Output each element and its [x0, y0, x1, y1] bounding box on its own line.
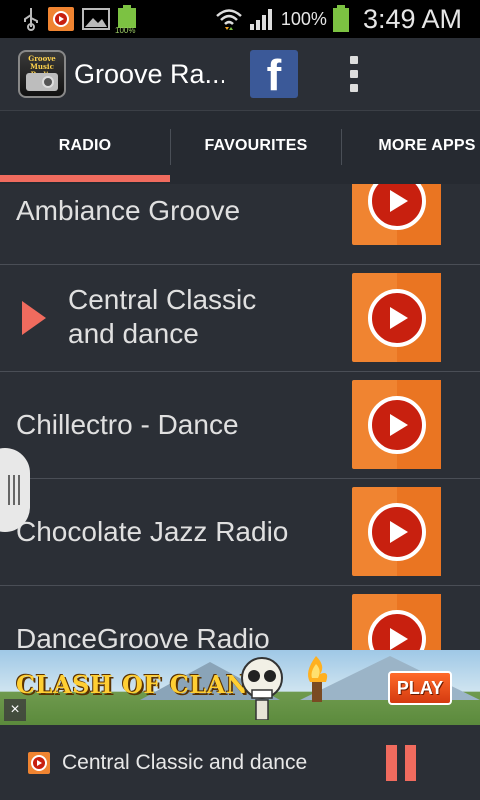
overflow-menu-button[interactable]: [344, 50, 364, 98]
now-playing-title: Central Classic and dance: [62, 750, 308, 774]
station-name: Chillectro - Dance: [16, 409, 239, 440]
now-playing-arrow-icon: [22, 301, 46, 335]
now-playing-bar: Central Classic and dance: [0, 725, 480, 800]
overflow-dot: [350, 56, 358, 64]
tab-label: FAVOURITES: [204, 137, 308, 154]
play-triangle: [390, 520, 408, 543]
play-icon: [367, 288, 426, 347]
skeleton-icon: [241, 657, 283, 720]
grip-line: [18, 475, 20, 505]
usb-icon: [24, 8, 38, 31]
radio-play-icon: [28, 751, 50, 774]
tab-label: RADIO: [58, 137, 112, 154]
media-play-icon: [48, 7, 74, 31]
grip-line: [8, 475, 10, 505]
signal-icon: [249, 9, 272, 30]
image-icon: [82, 8, 110, 30]
torch-icon: [308, 656, 328, 702]
play-button[interactable]: [352, 273, 441, 362]
station-name-line2: and dance: [68, 318, 199, 349]
app-logo[interactable]: Groove Music Radio: [18, 50, 66, 98]
facebook-icon: f: [266, 51, 282, 100]
battery-percent: 100%: [280, 8, 327, 29]
station-row[interactable]: Central Classic and dance: [0, 265, 480, 372]
play-triangle: [390, 627, 408, 650]
side-drawer-handle[interactable]: [0, 448, 30, 532]
tab-radio[interactable]: RADIO: [0, 111, 170, 181]
tab-label: MORE APPS: [378, 137, 476, 154]
station-row[interactable]: DanceGroove Radio: [0, 586, 480, 650]
station-name: DanceGroove Radio: [16, 623, 270, 650]
play-button[interactable]: [352, 487, 441, 576]
battery-small-label: 100%: [115, 26, 136, 35]
station-name-line1: Central Classic: [68, 284, 257, 315]
play-button[interactable]: [352, 184, 441, 245]
battery-icon: [332, 5, 349, 33]
mini-play-circle: [31, 754, 47, 771]
overflow-dot: [350, 70, 358, 78]
ad-logo: CLASH OF CLANS: [16, 670, 267, 699]
pause-button[interactable]: [386, 745, 416, 781]
play-icon: [367, 395, 426, 454]
play-button[interactable]: [352, 380, 441, 469]
action-bar: Groove Music Radio Groove Ra... f: [0, 38, 480, 110]
pause-bar: [405, 745, 416, 781]
pause-bar: [386, 745, 397, 781]
station-list[interactable]: Ambiance Groove Central Classic and danc…: [0, 184, 480, 650]
tab-more-apps[interactable]: MORE APPS: [342, 111, 480, 181]
app-title: Groove Ra...: [74, 58, 224, 89]
tab-favourites[interactable]: FAVOURITES: [171, 111, 341, 181]
play-triangle: [390, 413, 408, 436]
facebook-button[interactable]: f: [250, 50, 298, 98]
ad-play-button[interactable]: PLAY: [388, 671, 452, 705]
clock: 3:49 AM: [362, 3, 462, 34]
battery-small-icon: 100%: [115, 5, 136, 35]
overflow-dot: [350, 84, 358, 92]
grip-line: [13, 475, 15, 505]
play-triangle: [390, 189, 408, 212]
close-ad-icon[interactable]: ×: [4, 699, 26, 721]
station-row[interactable]: Ambiance Groove: [0, 184, 480, 265]
station-row[interactable]: Chocolate Jazz Radio: [0, 479, 480, 586]
wifi-icon: [216, 9, 242, 30]
active-tab-indicator: [0, 175, 170, 182]
mini-play-triangle: [37, 759, 42, 766]
station-name: Chocolate Jazz Radio: [16, 516, 289, 547]
speaker-icon: [42, 76, 54, 88]
station-row[interactable]: Chillectro - Dance: [0, 372, 480, 479]
play-button[interactable]: [352, 594, 441, 650]
play-icon: [367, 502, 426, 561]
station-name: Ambiance Groove: [16, 195, 241, 226]
ad-banner[interactable]: CLASH OF CLANS PLAY ×: [0, 650, 480, 725]
play-triangle: [390, 306, 408, 329]
status-bar: 100% 100% 3:49 AM: [0, 0, 480, 38]
tab-bar: RADIO FAVOURITES MORE APPS: [0, 110, 480, 184]
